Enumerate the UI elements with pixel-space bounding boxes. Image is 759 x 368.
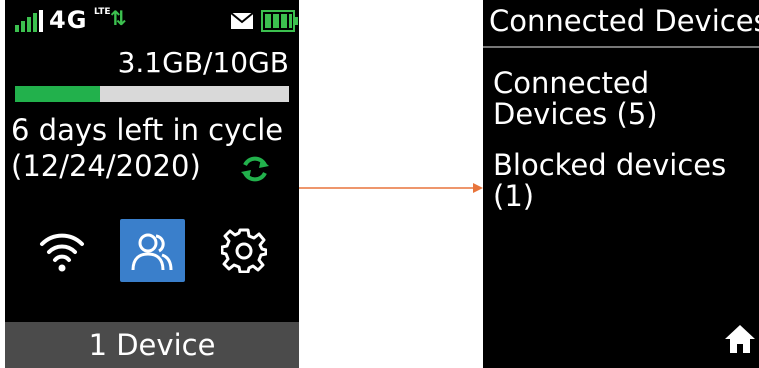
home-icon[interactable] <box>723 322 757 356</box>
navigation-arrow <box>299 183 483 193</box>
cycle-end-date-text: (12/24/2020) <box>11 149 201 183</box>
data-usage-progress-bar <box>15 86 289 102</box>
connected-device-count-label: 1 Device <box>88 328 216 362</box>
menu-item-label: Blocked devices (1) <box>493 148 727 213</box>
data-activity-icon: ⇅ <box>110 6 127 30</box>
menu-item-blocked-devices[interactable]: Blocked devices (1) <box>493 150 726 212</box>
title-divider <box>483 46 759 48</box>
menu-item-connected-devices[interactable]: Connected Devices (5) <box>493 68 658 130</box>
network-type-label: 4G <box>49 6 88 34</box>
data-usage-label: 3.1GB/10GB <box>117 46 289 79</box>
wifi-icon[interactable] <box>39 226 85 274</box>
battery-full-icon <box>261 10 298 32</box>
mail-icon[interactable] <box>231 13 253 29</box>
device-screen-home: 4G LTE ⇅ 3.1GB/10GB 6 days left in cycle… <box>5 0 299 368</box>
users-icon <box>131 233 173 271</box>
status-bar: 4G LTE ⇅ <box>5 0 299 46</box>
device-screen-connected-devices: Connected Devices Connected Devices (5) … <box>483 0 759 368</box>
footer-bar[interactable]: 1 Device <box>5 322 299 368</box>
data-usage-progress-fill <box>15 86 100 102</box>
page-title: Connected Devices <box>489 4 759 38</box>
menu-item-label: Connected Devices (5) <box>493 66 658 131</box>
connected-devices-button[interactable] <box>120 219 185 282</box>
signal-bars-icon <box>15 10 45 32</box>
cycle-days-left-text: 6 days left in cycle <box>11 113 284 147</box>
refresh-icon[interactable] <box>239 153 271 185</box>
gear-icon[interactable] <box>221 227 267 273</box>
network-sub-label: LTE <box>94 7 111 17</box>
